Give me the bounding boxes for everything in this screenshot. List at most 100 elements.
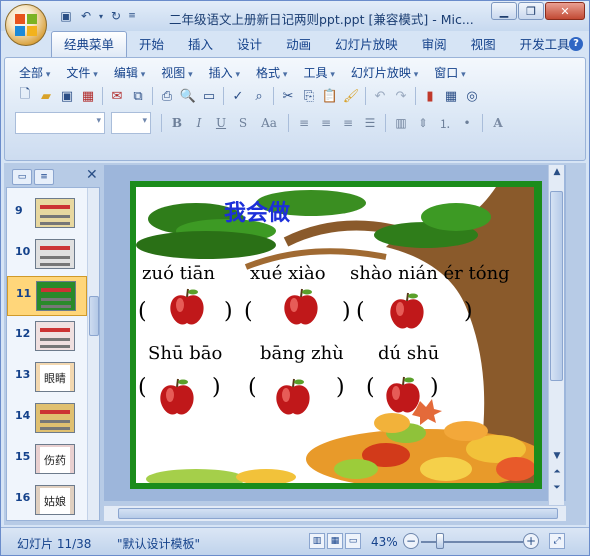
vertical-scroll-thumb[interactable] <box>550 191 563 381</box>
italic-button[interactable]: I <box>189 113 209 133</box>
zoom-icon[interactable]: ◎ <box>462 86 482 106</box>
tab-7[interactable]: 视图 <box>459 33 508 57</box>
paren-close: ) <box>464 299 473 324</box>
menu-1[interactable]: 文件 <box>58 64 105 82</box>
current-slide[interactable]: 我会做 zuó tiān xué xiào shào nián ér tóng … <box>130 181 542 489</box>
font-size-combo[interactable] <box>111 112 151 134</box>
slide-vertical-scrollbar[interactable]: ▲ ▼ ⏶ ⏷ <box>548 165 564 505</box>
slide-thumbnail[interactable]: 10 <box>7 235 87 275</box>
paste-icon[interactable]: 📋 <box>320 86 340 106</box>
align-right-icon[interactable]: ≡ <box>338 113 358 133</box>
research-icon[interactable]: ⌕ <box>249 86 269 106</box>
slide-sorter-view-icon[interactable]: ▦ <box>327 533 343 549</box>
justify-icon[interactable]: ☰ <box>360 113 380 133</box>
undo-dropdown-icon[interactable]: ▾ <box>97 8 105 24</box>
fit-to-window-icon[interactable]: ⤢ <box>549 533 565 549</box>
tab-5[interactable]: 幻灯片放映 <box>323 33 410 57</box>
menu-0[interactable]: 全部 <box>11 64 58 82</box>
menu-3[interactable]: 视图 <box>153 64 200 82</box>
tab-0[interactable]: 经典菜单 <box>51 31 128 57</box>
zoom-slider-thumb[interactable] <box>435 533 444 549</box>
previous-slide-icon[interactable]: ⏶ <box>551 467 563 477</box>
text-direction-icon[interactable]: ⇕ <box>413 113 433 133</box>
zoom-out-icon[interactable]: − <box>403 533 419 549</box>
slide-thumbnail[interactable]: 12 <box>7 317 87 357</box>
align-center-icon[interactable]: ≡ <box>316 113 336 133</box>
slide-number: 13 <box>15 368 31 381</box>
outline-tab[interactable]: ≡ <box>34 169 54 185</box>
slide-thumbnail[interactable]: 15 伤药 <box>7 440 87 480</box>
tab-3[interactable]: 设计 <box>225 33 274 57</box>
help-icon[interactable]: ? <box>569 37 583 51</box>
font-name-combo[interactable] <box>15 112 105 134</box>
scroll-up-icon[interactable]: ▲ <box>551 167 563 177</box>
minimize-button[interactable]: ▁ <box>491 2 517 20</box>
format-painter-icon[interactable]: 🖌 <box>341 86 361 106</box>
print-preview-icon[interactable]: 🔍 <box>178 86 198 106</box>
customize-qat-icon[interactable]: ≡ <box>127 8 137 24</box>
redo-icon[interactable]: ↷ <box>391 86 411 106</box>
thumbnails-scrollbar[interactable] <box>87 188 99 520</box>
zoom-level: 43% <box>371 535 398 549</box>
font-color-icon[interactable]: A <box>488 113 508 133</box>
zoom-in-icon[interactable]: + <box>523 533 539 549</box>
publish-icon[interactable]: ⧉ <box>128 86 148 106</box>
save-icon[interactable]: ▣ <box>57 8 75 24</box>
slide-thumbnail[interactable]: 9 <box>7 194 87 234</box>
shadow-button[interactable]: S <box>233 113 253 133</box>
columns-icon[interactable]: ▥ <box>391 113 411 133</box>
redo-icon[interactable]: ↻ <box>107 8 125 24</box>
slides-tab[interactable]: ▭ <box>12 169 32 185</box>
display-icon[interactable]: ▭ <box>199 86 219 106</box>
undo-icon[interactable]: ↶ <box>77 8 95 24</box>
panel-close-icon[interactable]: ✕ <box>86 167 98 183</box>
menu-2[interactable]: 编辑 <box>106 64 153 82</box>
slideshow-view-icon[interactable]: ▭ <box>345 533 361 549</box>
paren-close: ) <box>336 375 345 400</box>
tab-2[interactable]: 插入 <box>176 33 225 57</box>
spelling-icon[interactable]: ✓ <box>228 86 248 106</box>
print-icon[interactable]: ⎙ <box>157 86 177 106</box>
next-slide-icon[interactable]: ⏷ <box>551 483 563 493</box>
menu-6[interactable]: 工具 <box>295 64 342 82</box>
send-icon[interactable]: ✉ <box>107 86 127 106</box>
numbering-icon[interactable]: ⒈ <box>435 113 455 133</box>
bold-button[interactable]: B <box>167 113 187 133</box>
close-button[interactable]: ✕ <box>545 2 585 20</box>
menu-7[interactable]: 幻灯片放映 <box>343 64 426 82</box>
maximize-button[interactable]: ❐ <box>518 2 544 20</box>
office-button[interactable] <box>5 4 47 46</box>
slide-thumbnail[interactable]: 11 <box>7 276 87 316</box>
apple-image <box>284 288 318 325</box>
horizontal-scrollbar[interactable] <box>104 505 566 521</box>
permission-icon[interactable]: ▦ <box>78 86 98 106</box>
tab-1[interactable]: 开始 <box>127 33 176 57</box>
slide-thumbnail[interactable]: 16 姑娘 <box>7 481 87 520</box>
tab-6[interactable]: 审阅 <box>410 33 459 57</box>
paren-close: ) <box>342 299 351 324</box>
bullets-icon[interactable]: • <box>457 113 477 133</box>
menu-5[interactable]: 格式 <box>248 64 295 82</box>
slide-thumbnail[interactable]: 14 <box>7 399 87 439</box>
table-icon[interactable]: ▦ <box>441 86 461 106</box>
open-icon[interactable]: ▰ <box>36 86 56 106</box>
change-case-button[interactable]: Aa <box>255 113 283 133</box>
cut-icon[interactable]: ✂ <box>278 86 298 106</box>
menu-4[interactable]: 插入 <box>201 64 248 82</box>
slide-thumbnail[interactable]: 13 眼睛 <box>7 358 87 398</box>
scroll-down-icon[interactable]: ▼ <box>551 451 563 461</box>
align-left-icon[interactable]: ≡ <box>294 113 314 133</box>
normal-view-icon[interactable]: ▥ <box>309 533 325 549</box>
copy-icon[interactable]: ⎘ <box>299 86 319 106</box>
save-icon[interactable]: ▣ <box>57 86 77 106</box>
new-icon[interactable]: 🗋 <box>15 86 35 106</box>
thumbnails-scroll-thumb[interactable] <box>89 296 99 336</box>
pinyin-shubao: Shū bāo <box>148 343 223 364</box>
horizontal-scroll-thumb[interactable] <box>118 508 558 519</box>
chart-icon[interactable]: ▮ <box>420 86 440 106</box>
tab-4[interactable]: 动画 <box>274 33 323 57</box>
undo-icon[interactable]: ↶ <box>370 86 390 106</box>
menu-8[interactable]: 窗口 <box>426 64 473 82</box>
underline-button[interactable]: U <box>211 113 231 133</box>
paren-open: ( <box>366 375 375 400</box>
